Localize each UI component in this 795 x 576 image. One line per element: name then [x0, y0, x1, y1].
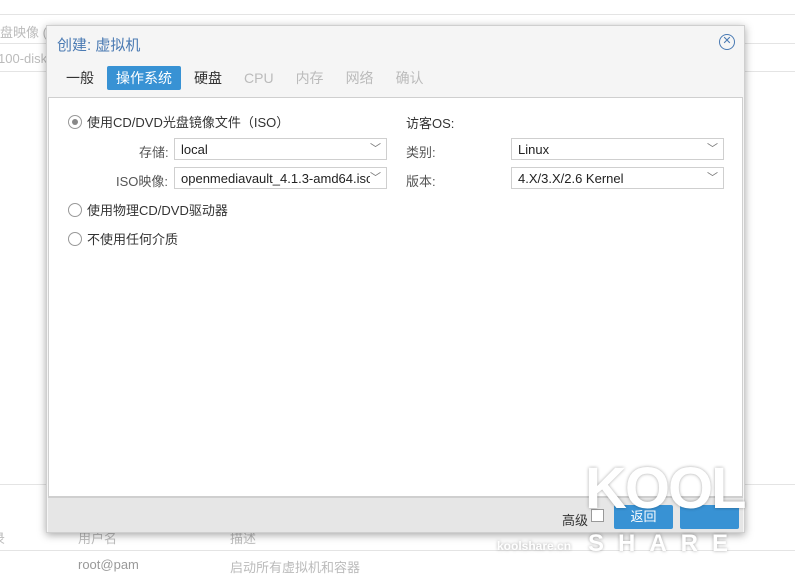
storage-value: local: [181, 142, 208, 157]
tab-bar: 一般 操作系统 硬盘 CPU 内存 网络 确认: [57, 66, 433, 90]
chevron-down-icon: ﹀: [707, 172, 718, 184]
radio-label: 使用CD/DVD光盘镜像文件（ISO）: [87, 115, 290, 130]
version-select[interactable]: 4.X/3.X/2.6 Kernel ﹀: [511, 167, 724, 189]
type-select[interactable]: Linux ﹀: [511, 138, 724, 160]
chevron-down-icon: ﹀: [370, 143, 381, 155]
watermark-site: koolshare.cn: [497, 539, 572, 553]
chevron-down-icon: ﹀: [370, 169, 381, 185]
tab-network: 网络: [345, 70, 374, 86]
version-value: 4.X/3.X/2.6 Kernel: [518, 171, 624, 186]
radio-use-iso[interactable]: 使用CD/DVD光盘镜像文件（ISO）: [68, 112, 289, 131]
os-panel: 使用CD/DVD光盘镜像文件（ISO） 存储: local ﹀ ISO映像: op…: [48, 97, 743, 497]
tab-os[interactable]: 操作系统: [107, 66, 181, 90]
radio-button[interactable]: [68, 202, 82, 217]
tab-confirm: 确认: [395, 70, 424, 86]
tab-memory: 内存: [295, 70, 324, 86]
watermark-logo: KOOL: [585, 456, 747, 521]
iso-label: ISO映像:: [116, 174, 169, 189]
storage-label: 存储:: [139, 145, 169, 160]
type-value: Linux: [518, 142, 550, 157]
bg-text: 盘映像 (: [0, 25, 47, 40]
divider: [0, 14, 795, 15]
radio-physical-drive[interactable]: 使用物理CD/DVD驱动器: [68, 200, 228, 219]
tab-disk[interactable]: 硬盘: [185, 66, 231, 90]
iso-value: openmediavault_4.1.3-amd64.iso: [181, 171, 374, 186]
radio-button[interactable]: [68, 114, 82, 129]
radio-label: 不使用任何介质: [87, 232, 179, 247]
radio-button[interactable]: [68, 231, 82, 246]
guest-os-heading: 访客OS:: [406, 116, 455, 131]
table-cell: root@pam: [78, 557, 139, 572]
close-icon[interactable]: ✕: [719, 34, 735, 50]
watermark-share: SHARE: [588, 530, 743, 557]
dialog-title: 创建: 虚拟机: [57, 37, 141, 54]
radio-no-media[interactable]: 不使用任何介质: [68, 229, 178, 248]
radio-label: 使用物理CD/DVD驱动器: [87, 203, 228, 218]
chevron-down-icon: ﹀: [707, 143, 718, 155]
table-header: 录: [0, 528, 5, 547]
iso-select[interactable]: openmediavault_4.1.3-amd64.iso ﹀: [174, 167, 387, 189]
storage-select[interactable]: local ﹀: [174, 138, 387, 160]
bg-text: 100-disk: [0, 51, 48, 66]
type-label: 类别:: [406, 145, 436, 160]
tab-general[interactable]: 一般: [57, 66, 103, 90]
tab-cpu: CPU: [244, 70, 274, 86]
version-label: 版本:: [406, 174, 436, 189]
